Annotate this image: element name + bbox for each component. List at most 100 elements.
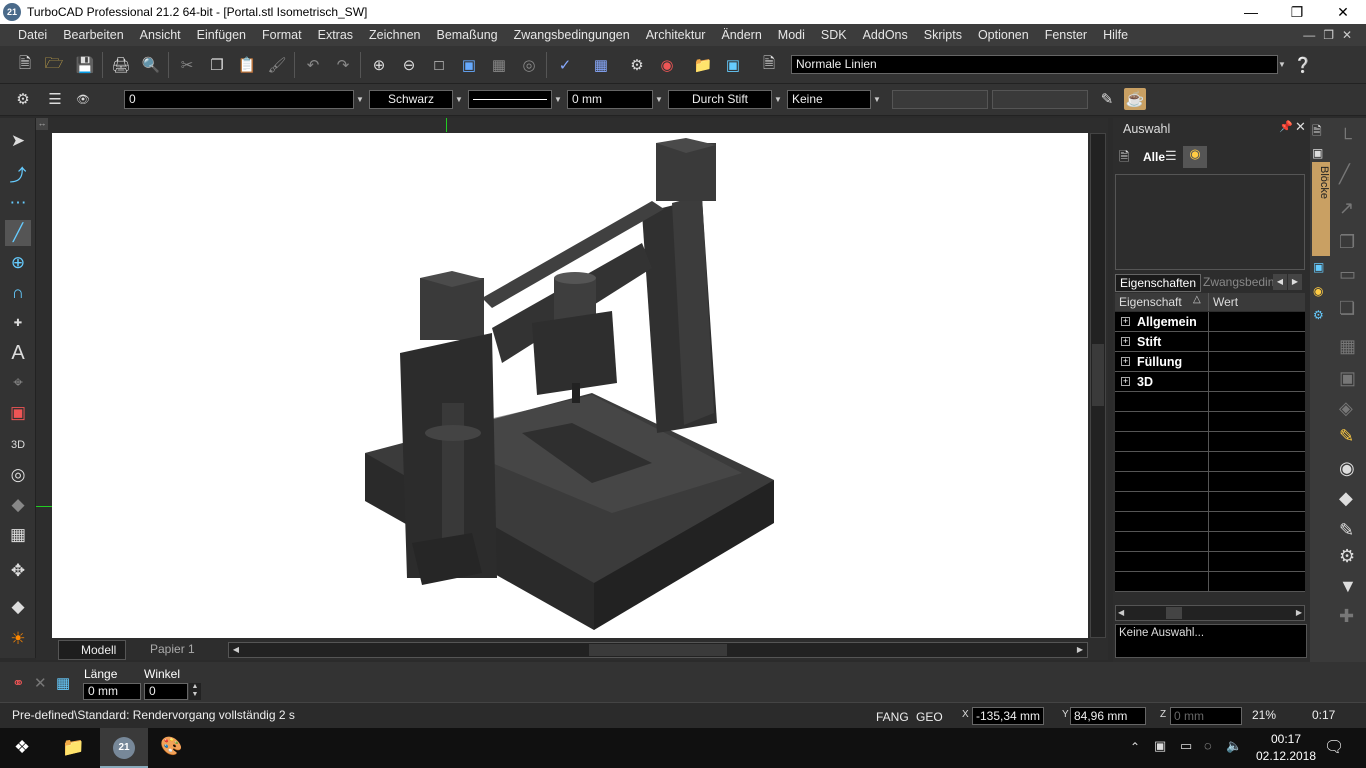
pin-icon[interactable]: 📌 [1279,120,1293,133]
scroll-left-icon[interactable]: ◀ [229,643,243,657]
layer-manager-icon[interactable]: ☰ [44,88,66,110]
modify-tool-icon[interactable]: ◆ [5,492,31,518]
menu-skripts[interactable]: Skripts [916,24,970,46]
zoom-out-icon[interactable]: ⊖ [398,54,420,76]
shell-tool-icon[interactable]: ◈ [1339,398,1353,419]
funnel-tool-icon[interactable]: ▼ [1339,576,1357,597]
menu-fenster[interactable]: Fenster [1037,24,1095,46]
tray-chevron-up-icon[interactable]: ⌃ [1130,740,1140,754]
menu-optionen[interactable]: Optionen [970,24,1037,46]
zoom-extents-icon[interactable]: ▣ [458,54,480,76]
paint-app-icon[interactable]: 🎨 [160,736,182,757]
fill-select[interactable]: Keine [787,90,871,109]
surface-tool-icon[interactable]: └ [1339,128,1352,149]
notification-center-icon[interactable]: 🗨 [1324,737,1344,757]
tray-volume-icon[interactable]: 🔈 [1226,738,1242,754]
gear-tool-icon[interactable]: ⚙ [1339,546,1355,567]
fill-hatch-icon[interactable]: ▣ [5,400,31,426]
group-3d[interactable]: +3D [1115,372,1305,392]
tab-scroll-right-icon[interactable]: ▶ [1288,274,1302,290]
print-icon[interactable]: 🖨 [110,54,132,76]
maximize-button[interactable]: ❐ [1274,0,1320,24]
tab-eigenschaften[interactable]: Eigenschaften [1115,274,1201,292]
column-wert[interactable]: Wert [1209,293,1305,311]
material-cup-icon[interactable]: ☕ [1124,88,1146,110]
paste-icon[interactable]: 📋 [236,54,258,76]
panel-h-scrollbar[interactable]: ◀ ▶ [1115,605,1305,621]
extrude-tool-icon[interactable]: ↗ [1339,198,1354,219]
menu-ansicht[interactable]: Ansicht [132,24,189,46]
new-file-icon[interactable]: 🗎 [14,54,36,76]
expand-plus-icon[interactable]: + [1121,317,1130,326]
zoom-window-icon[interactable]: □ [428,54,450,76]
linetype-select[interactable] [468,90,552,109]
zoom-in-icon[interactable]: ⊕ [368,54,390,76]
horizontal-scrollbar[interactable]: ◀ ▶ [228,642,1088,658]
scroll-left-icon[interactable]: ◀ [1118,606,1124,620]
render-icon[interactable]: ◉ [656,54,678,76]
mdi-window-controls-icon[interactable]: —❐✕ [1303,24,1360,46]
ruler-corner-icon[interactable]: ↔ [36,118,48,130]
panel-close-icon[interactable]: ✕ [1295,119,1306,135]
3d-tool-icon[interactable]: 3D [5,432,31,458]
color-select[interactable]: Schwarz [369,90,453,109]
taskbar-date[interactable]: 02.12.2018 [1252,749,1320,763]
zoom-percent[interactable]: 21% [1252,708,1276,722]
menu-datei[interactable]: Datei [10,24,55,46]
menu-zwangsbedingungen[interactable]: Zwangsbedingungen [506,24,638,46]
node-edit-icon[interactable]: ⤴ [5,160,31,186]
line-width-select[interactable]: 0 mm [567,90,653,109]
grid-icon[interactable]: ▦ [590,54,612,76]
taskbar-turbocad[interactable]: 21 [100,728,148,768]
filter-all-label[interactable]: Alle [1143,150,1165,164]
target-snap-icon[interactable]: ◎ [5,462,31,488]
format-painter-icon[interactable]: 🖌 [266,54,288,76]
spell-check-icon[interactable]: ✓ [554,54,576,76]
materials-panel-icon[interactable]: ◉ [1313,284,1323,298]
3d-cube-icon[interactable]: ▣ [722,54,744,76]
library-panel-icon[interactable]: ▣ [1313,260,1324,274]
cylinder-tool-icon[interactable]: ◉ [1339,458,1355,479]
chevron-down-icon[interactable]: ▼ [653,90,665,109]
scroll-right-icon[interactable]: ▶ [1296,606,1302,620]
save-icon[interactable]: 💾 [74,54,96,76]
menu-aendern[interactable]: Ändern [713,24,769,46]
help-pointer-icon[interactable]: ❔ [1292,54,1314,76]
menu-format[interactable]: Format [254,24,310,46]
chevron-down-icon[interactable]: ▼ [552,90,564,109]
dimension-tool-icon[interactable]: ⌖ [5,370,31,396]
point-tool-icon[interactable]: ✚ [5,310,31,336]
scroll-right-icon[interactable]: ▶ [1073,643,1087,657]
file-explorer-icon[interactable]: 📁 [62,737,84,758]
cut-icon[interactable]: ✂ [176,54,198,76]
properties-icon[interactable]: 🗎 [758,54,780,76]
model-viewport[interactable] [52,133,1088,638]
menu-architektur[interactable]: Architektur [638,24,714,46]
snap-icon[interactable]: ⚙ [626,54,648,76]
line-dotted-icon[interactable]: ⋯ [5,190,31,216]
layer-stack-icon[interactable]: ❏ [1339,298,1355,319]
vertical-scrollbar[interactable] [1090,133,1106,638]
text-tool-icon[interactable]: A [5,340,31,366]
angle-spinner-icon[interactable]: ▲ ▼ [189,683,201,700]
arc-tool-icon[interactable]: ∩ [5,280,31,306]
pencil-icon[interactable]: ✎ [1096,88,1118,110]
eraser-tool-icon[interactable]: ◆ [5,594,31,620]
copy-tool-icon[interactable]: ❐ [1339,232,1355,253]
tab-bloecke[interactable]: Blöcke [1312,162,1330,256]
array-grid-icon[interactable]: ▦ [5,522,31,548]
windows-start-icon[interactable]: ❖ [14,737,30,758]
layer-visibility-icon[interactable]: 👁 [72,88,94,110]
select-filter-icon[interactable]: 🗎 [1119,148,1139,166]
tab-zwangsbedingungen[interactable]: Zwangsbeding [1201,274,1273,292]
eraser-icon[interactable]: ◆ [1339,488,1353,509]
edit-tool-icon[interactable]: ✎ [1339,520,1354,541]
line-tool-icon[interactable]: ╱ [5,220,31,246]
trim-tool-icon[interactable]: ╱ [1339,164,1350,185]
block-tool-icon[interactable]: ▭ [1339,264,1356,285]
menu-einfuegen[interactable]: Einfügen [189,24,254,46]
tray-security-icon[interactable]: ▣ [1154,738,1166,754]
expand-plus-icon[interactable]: + [1121,377,1130,386]
tray-wifi-icon[interactable]: ◌ [1204,738,1212,753]
panel-scroll-thumb[interactable] [1166,607,1182,619]
